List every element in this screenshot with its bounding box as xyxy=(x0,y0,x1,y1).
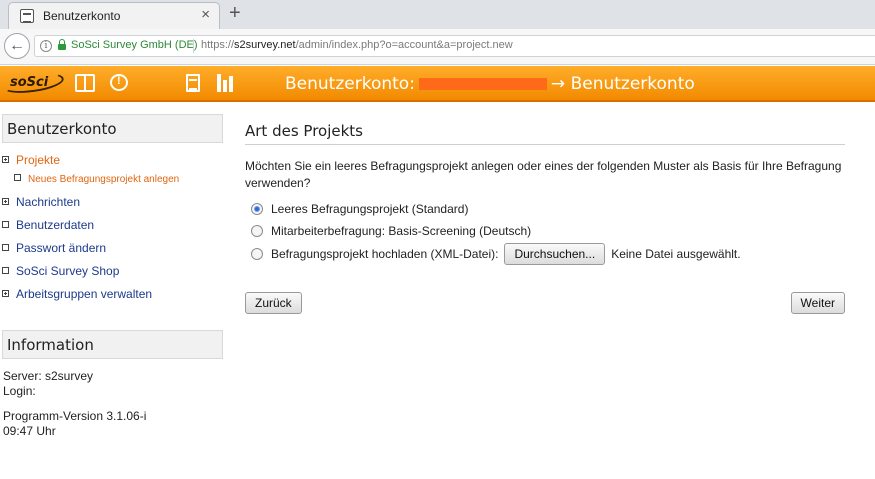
logo-text[interactable]: soSci xyxy=(10,75,48,90)
back-arrow-icon[interactable]: ← xyxy=(4,33,30,59)
login-info: Login: xyxy=(3,384,36,398)
server-info: Server: s2survey xyxy=(3,369,94,383)
radio-button[interactable] xyxy=(251,225,263,237)
browser-tab-bar: Benutzerkonto × + xyxy=(0,0,875,29)
option-label: Befragungsprojekt hochladen (XML-Datei): xyxy=(271,247,499,261)
sidebar-subitem-neues-projekt[interactable]: Neues Befragungsprojekt anlegen xyxy=(14,174,179,185)
browse-button[interactable]: Durchsuchen... xyxy=(504,243,606,265)
sidebar-item-label: Neues Befragungsprojekt anlegen xyxy=(28,174,180,185)
sidebar-item-shop[interactable]: SoSci Survey Shop xyxy=(2,264,119,278)
tab-close-icon[interactable]: × xyxy=(201,6,210,23)
version-info: Programm-Version 3.1.06-i xyxy=(3,409,147,423)
redacted-username xyxy=(418,78,547,90)
sidebar: Benutzerkonto xyxy=(2,114,223,143)
sidebar-item-benutzerdaten[interactable]: Benutzerdaten xyxy=(2,218,94,232)
time-info: 09:47 Uhr xyxy=(3,424,56,438)
address-bar: ← i SoSci Survey GmbH (DE) https://s2sur… xyxy=(0,29,875,65)
page-favicon-icon xyxy=(20,9,34,23)
url-path: /admin/index.php?o=account&a=project.new xyxy=(295,39,513,51)
sidebar-item-projekte[interactable]: Projekte xyxy=(2,153,60,167)
sidebar-item-label: SoSci Survey Shop xyxy=(16,264,120,278)
bar-chart-icon-bar xyxy=(229,76,233,92)
sidebar-item-arbeitsgruppen[interactable]: Arbeitsgruppen verwalten xyxy=(2,287,152,301)
back-button[interactable]: Zurück xyxy=(245,292,302,314)
book-icon[interactable] xyxy=(75,74,95,92)
info-box: Information xyxy=(2,330,223,359)
option-label: Leeres Befragungsprojekt (Standard) xyxy=(271,202,469,216)
option-leeres-projekt[interactable]: Leeres Befragungsprojekt (Standard) xyxy=(251,202,468,216)
option-mitarbeiterbefragung[interactable]: Mitarbeiterbefragung: Basis-Screening (D… xyxy=(251,224,531,238)
url-scheme: https:// xyxy=(201,39,235,51)
url-field[interactable]: i SoSci Survey GmbH (DE) https://s2surve… xyxy=(34,35,875,57)
radio-button[interactable] xyxy=(251,203,263,215)
section-title: Art des Projekts xyxy=(245,122,845,145)
url-host: s2survey.net xyxy=(234,39,296,51)
info-heading: Information xyxy=(2,330,223,359)
bullet-icon xyxy=(14,174,21,181)
radio-button[interactable] xyxy=(251,248,263,260)
tab-title: Benutzerkonto xyxy=(43,9,121,23)
browser-tab[interactable]: Benutzerkonto × xyxy=(8,2,220,29)
next-button[interactable]: Weiter xyxy=(790,292,845,314)
option-label: Mitarbeiterbefragung: Basis-Screening (D… xyxy=(271,224,532,238)
sidebar-item-label: Passwort ändern xyxy=(16,241,107,255)
expand-icon[interactable] xyxy=(2,156,9,163)
sidebar-item-label: Arbeitsgruppen verwalten xyxy=(16,287,153,301)
bullet-icon xyxy=(2,267,9,274)
chat-icon[interactable] xyxy=(110,74,128,91)
sidebar-item-nachrichten[interactable]: Nachrichten xyxy=(2,195,80,209)
bullet-icon xyxy=(2,244,9,251)
new-tab-icon[interactable]: + xyxy=(229,2,241,24)
expand-icon[interactable] xyxy=(2,290,9,297)
header-title-prefix: Benutzerkonto: xyxy=(285,74,415,94)
document-icon[interactable] xyxy=(186,74,200,92)
sidebar-item-label: Projekte xyxy=(16,153,61,167)
info-icon[interactable]: i xyxy=(40,40,52,52)
site-identity[interactable]: SoSci Survey GmbH (DE) xyxy=(71,39,198,51)
bar-chart-icon[interactable] xyxy=(217,74,237,92)
option-hochladen[interactable]: Befragungsprojekt hochladen (XML-Datei):… xyxy=(251,243,741,265)
main-content: Art des Projekts Möchten Sie ein leeres … xyxy=(245,122,845,314)
bar-chart-icon-bar xyxy=(223,80,227,92)
app-header: soSci Benutzerkonto: → Benutzerkonto xyxy=(0,66,875,102)
lock-icon xyxy=(58,39,66,50)
bar-chart-icon-bar xyxy=(217,74,221,92)
intro-text: Möchten Sie ein leeres Befragungsprojekt… xyxy=(245,159,842,190)
no-file-text: Keine Datei ausgewählt. xyxy=(611,247,741,261)
header-title-suffix: → Benutzerkonto xyxy=(550,74,695,94)
sidebar-item-label: Benutzerdaten xyxy=(16,218,95,232)
bullet-icon xyxy=(2,221,9,228)
url-text[interactable]: https://s2survey.net/admin/index.php?o=a… xyxy=(201,39,513,51)
header-title: Benutzerkonto: → Benutzerkonto xyxy=(285,74,695,94)
url-separator xyxy=(193,39,194,53)
sidebar-item-label: Nachrichten xyxy=(16,195,81,209)
expand-icon[interactable] xyxy=(2,198,9,205)
sidebar-item-passwort[interactable]: Passwort ändern xyxy=(2,241,106,255)
sidebar-heading: Benutzerkonto xyxy=(2,114,223,143)
